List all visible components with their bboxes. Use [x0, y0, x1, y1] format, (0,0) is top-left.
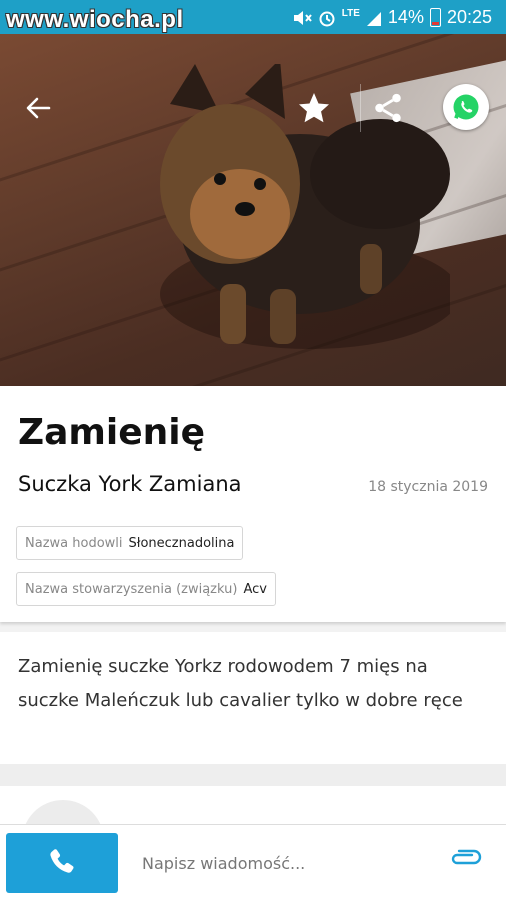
attach-button[interactable] [448, 849, 488, 877]
watermark: www.wiocha.pl [6, 6, 184, 33]
alarm-icon [319, 11, 335, 26]
listing-date: 18 stycznia 2019 [368, 479, 488, 495]
status-icons: LTE 14% 20:25 [292, 7, 492, 28]
listing-photo[interactable] [0, 34, 506, 386]
clock: 20:25 [446, 7, 492, 27]
star-icon [299, 93, 329, 123]
attribute-value: Słonecznadolina [128, 535, 235, 551]
whatsapp-button[interactable] [443, 84, 489, 130]
listing-description: Zamienię suczke Yorkz rodowodem 7 mięs n… [18, 656, 463, 711]
network-type: LTE [341, 8, 360, 19]
back-button[interactable] [16, 86, 60, 130]
battery-percent: 14% [387, 7, 424, 27]
paperclip-icon [451, 849, 482, 865]
favorite-button[interactable] [290, 84, 338, 132]
signal-icon [366, 11, 381, 26]
call-button[interactable] [6, 833, 118, 893]
attribute-value: Acv [243, 581, 267, 597]
listing-title: Zamienię [18, 412, 206, 453]
listing-subtitle: Suczka York Zamiana [18, 472, 242, 496]
share-button[interactable] [360, 84, 415, 132]
listing-card: Zamienię Suczka York Zamiana 18 stycznia… [0, 386, 506, 622]
battery-icon [429, 8, 441, 27]
status-bar: www.wiocha.pl LTE 14% 20:25 [0, 0, 506, 34]
phone-icon [50, 849, 74, 873]
attribute-tag: Nazwa stowarzyszenia (związku) Acv [16, 572, 276, 606]
whatsapp-icon [453, 94, 479, 120]
arrow-left-icon [26, 97, 51, 119]
attribute-key: Nazwa stowarzyszenia (związku) [25, 581, 238, 597]
bottom-action-bar [0, 824, 506, 901]
attribute-tag: Nazwa hodowli Słonecznadolina [16, 526, 244, 560]
share-icon [375, 93, 401, 123]
description-section: Zamienię suczke Yorkz rodowodem 7 mięs n… [0, 632, 506, 764]
section-divider [0, 764, 506, 786]
mute-icon [293, 10, 312, 25]
message-input[interactable] [140, 847, 434, 879]
attribute-key: Nazwa hodowli [25, 535, 123, 551]
